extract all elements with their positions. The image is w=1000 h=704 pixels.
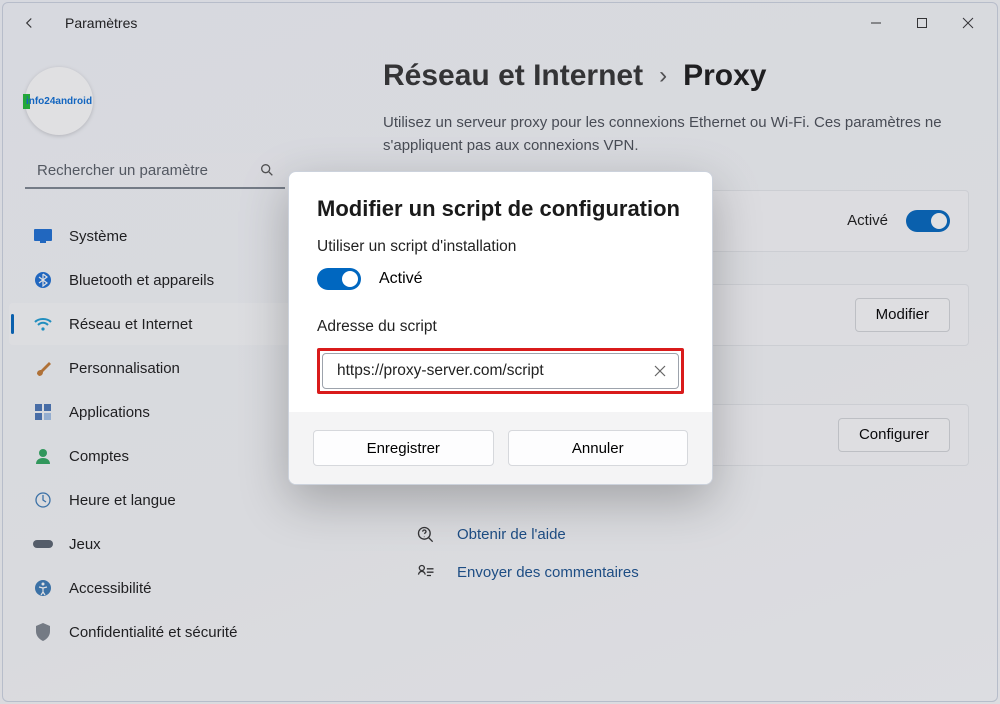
cancel-button[interactable]: Annuler bbox=[508, 430, 689, 466]
edit-script-dialog: Modifier un script de configuration Util… bbox=[288, 171, 713, 485]
clear-input-icon[interactable] bbox=[650, 361, 670, 381]
script-address-label: Adresse du script bbox=[317, 318, 684, 336]
dialog-subtitle: Utiliser un script d'installation bbox=[317, 238, 684, 256]
dialog-title: Modifier un script de configuration bbox=[317, 196, 684, 222]
dialog-toggle-switch[interactable] bbox=[317, 268, 361, 290]
dialog-toggle-label: Activé bbox=[379, 270, 423, 288]
script-address-input[interactable] bbox=[335, 361, 650, 381]
highlight-box bbox=[317, 348, 684, 394]
save-button[interactable]: Enregistrer bbox=[313, 430, 494, 466]
